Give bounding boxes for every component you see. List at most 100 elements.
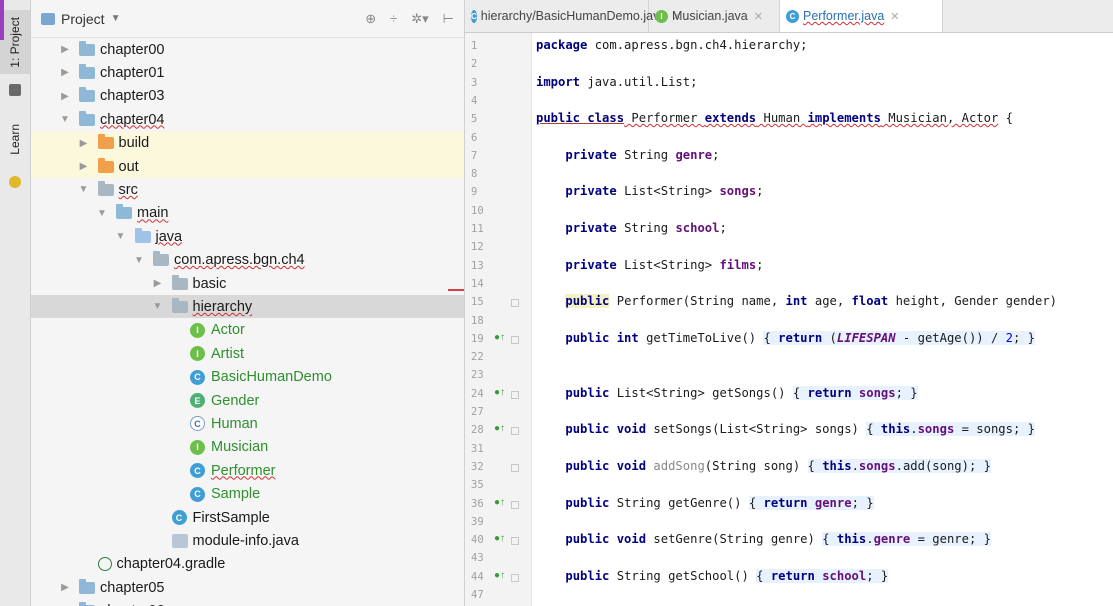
tree-item[interactable]: ▶ build — [31, 131, 464, 155]
expanded-arrow-icon[interactable]: ▼ — [133, 255, 145, 266]
hide-panel-icon[interactable]: ⊢ — [443, 11, 454, 27]
tree-item[interactable]: I Musician — [31, 436, 464, 459]
learn-icon[interactable] — [9, 176, 21, 188]
tree-item[interactable]: chapter04.gradle — [31, 553, 464, 576]
collapsed-arrow-icon[interactable]: ▶ — [59, 67, 71, 78]
line-number: 13 — [471, 259, 484, 272]
expanded-arrow-icon[interactable]: ▼ — [78, 184, 90, 195]
close-icon[interactable]: ✕ — [754, 10, 763, 23]
folder-icon — [153, 251, 169, 267]
folder-icon — [171, 297, 188, 313]
tree-item-label: src — [118, 181, 138, 198]
tree-item[interactable]: C BasicHumanDemo — [31, 366, 464, 389]
collapsed-arrow-icon[interactable]: ▶ — [59, 44, 71, 55]
fold-toggle-icon[interactable] — [511, 390, 519, 399]
collapsed-arrow-icon[interactable]: ▶ — [78, 161, 90, 172]
fold-toggle-icon[interactable] — [511, 573, 519, 582]
override-marker-icon[interactable]: ●↑ — [494, 570, 505, 581]
line-number: 7 — [471, 149, 478, 162]
tree-item[interactable]: ▶ chapter00 — [31, 38, 464, 61]
expanded-arrow-icon[interactable]: ▼ — [96, 208, 108, 219]
editor-tab[interactable]: C Performer.java ✕ — [780, 0, 943, 32]
collapsed-arrow-icon[interactable]: ▶ — [59, 91, 71, 102]
collapsed-arrow-icon[interactable]: ▶ — [78, 138, 90, 149]
expanded-arrow-icon[interactable]: ▼ — [59, 114, 71, 125]
override-marker-icon[interactable]: ●↑ — [494, 533, 505, 544]
enum-icon: E — [190, 393, 205, 408]
code-line[interactable]: private List<String> songs; — [536, 184, 763, 198]
editor-tabs: Chierarchy/BasicHumanDemo.java ✕ I Musician… — [465, 0, 1113, 33]
expanded-arrow-icon[interactable]: ▼ — [152, 301, 164, 312]
tree-item[interactable]: C Sample — [31, 483, 464, 506]
code-line[interactable]: package com.apress.bgn.ch4.hierarchy; — [536, 38, 808, 52]
editor-tab[interactable]: I Musician.java ✕ — [649, 0, 780, 32]
override-marker-icon[interactable]: ●↑ — [494, 497, 505, 508]
tree-item[interactable]: ▶chapter06 — [31, 600, 464, 606]
code-line[interactable]: public Performer(String name, int age, f… — [536, 294, 1057, 309]
tree-item[interactable]: I Artist — [31, 342, 464, 365]
code-line[interactable]: public class Performer extends Human imp… — [536, 111, 1013, 125]
override-marker-icon[interactable]: ●↑ — [494, 423, 505, 434]
class-icon: C — [471, 9, 477, 23]
tree-item-label: chapter03 — [100, 88, 165, 105]
locate-icon[interactable]: ⊕ — [365, 11, 376, 27]
fold-toggle-icon[interactable] — [511, 299, 519, 308]
collapsed-arrow-icon[interactable]: ▶ — [152, 278, 164, 289]
folder-icon — [79, 40, 95, 56]
fold-toggle-icon[interactable] — [511, 537, 519, 546]
tree-item[interactable]: ▶ out — [31, 155, 464, 178]
tree-item[interactable]: ▼ main — [31, 202, 464, 225]
fold-toggle-icon[interactable] — [511, 427, 519, 436]
close-icon[interactable]: ✕ — [890, 10, 899, 23]
tree-item[interactable]: ▼ com.apress.bgn.ch4 — [31, 249, 464, 272]
chevron-down-icon[interactable]: ▼ — [111, 13, 121, 24]
gear-icon[interactable]: ✲▾ — [411, 11, 428, 27]
tree-item[interactable]: ▶ basic — [31, 272, 464, 295]
fold-toggle-icon[interactable] — [511, 500, 519, 509]
code-line[interactable]: import java.util.List; — [536, 75, 697, 89]
code-line[interactable]: public void setGenre(String genre) { thi… — [536, 532, 991, 547]
tree-item[interactable]: C Human — [31, 412, 464, 435]
tree-item[interactable]: ▼ hierarchy — [31, 295, 464, 319]
tree-item[interactable]: C FirstSample — [31, 506, 464, 529]
module-file-icon — [171, 533, 188, 548]
line-number: 43 — [471, 552, 484, 565]
fold-toggle-icon[interactable] — [511, 463, 519, 472]
collapsed-arrow-icon[interactable]: ▶ — [59, 582, 71, 593]
code-line[interactable]: private String school; — [536, 221, 726, 235]
folder-icon — [97, 180, 114, 196]
tree-item[interactable]: ▶ chapter01 — [31, 61, 464, 84]
override-marker-icon[interactable]: ●↑ — [494, 387, 505, 398]
code-line[interactable]: public List<String> getSongs() { return … — [536, 385, 918, 400]
code-line[interactable]: public String getSchool() { return schoo… — [536, 568, 889, 583]
tree-item[interactable]: ▼ chapter04 — [31, 108, 464, 131]
line-number: 27 — [471, 406, 484, 418]
override-marker-icon[interactable]: ●↑ — [494, 332, 505, 343]
fold-toggle-icon[interactable] — [511, 335, 519, 344]
code-line[interactable]: private List<String> films; — [536, 258, 763, 272]
code-line[interactable]: public void addSong(String song) { this.… — [536, 458, 991, 473]
tree-item[interactable]: ▼ src — [31, 178, 464, 201]
collapse-all-icon[interactable]: ÷ — [390, 11, 397, 27]
tree-item[interactable]: I Actor — [31, 319, 464, 342]
structure-icon[interactable] — [9, 84, 21, 96]
project-view-selector[interactable]: Project — [61, 11, 105, 27]
learn-tab-label: Learn — [8, 123, 22, 155]
code-line[interactable]: public int getTimeToLive() { return (LIF… — [536, 330, 1036, 345]
editor-tab[interactable]: Chierarchy/BasicHumanDemo.java ✕ — [465, 0, 682, 32]
code-line[interactable]: public String getGenre() { return genre;… — [536, 495, 874, 510]
class-icon: C — [786, 9, 799, 23]
tree-item[interactable]: E Gender — [31, 389, 464, 412]
code-line[interactable]: public void setSongs(List<String> songs)… — [536, 422, 1035, 437]
tree-item[interactable]: ▶ chapter05 — [31, 576, 464, 599]
tree-item[interactable]: ▶ chapter03 — [31, 85, 464, 108]
folder-icon — [79, 63, 95, 79]
tab-learn-tool-window[interactable]: Learn — [0, 108, 30, 170]
editor-tab-label: Performer.java — [803, 9, 885, 23]
tree-item[interactable]: module-info.java — [31, 529, 464, 552]
tab-project-tool-window[interactable]: 1: Project — [0, 10, 30, 74]
code-line[interactable]: private String genre; — [536, 148, 719, 162]
tree-item[interactable]: C Performer — [31, 459, 464, 482]
tree-item[interactable]: ▼ java — [31, 225, 464, 248]
expanded-arrow-icon[interactable]: ▼ — [115, 231, 127, 242]
